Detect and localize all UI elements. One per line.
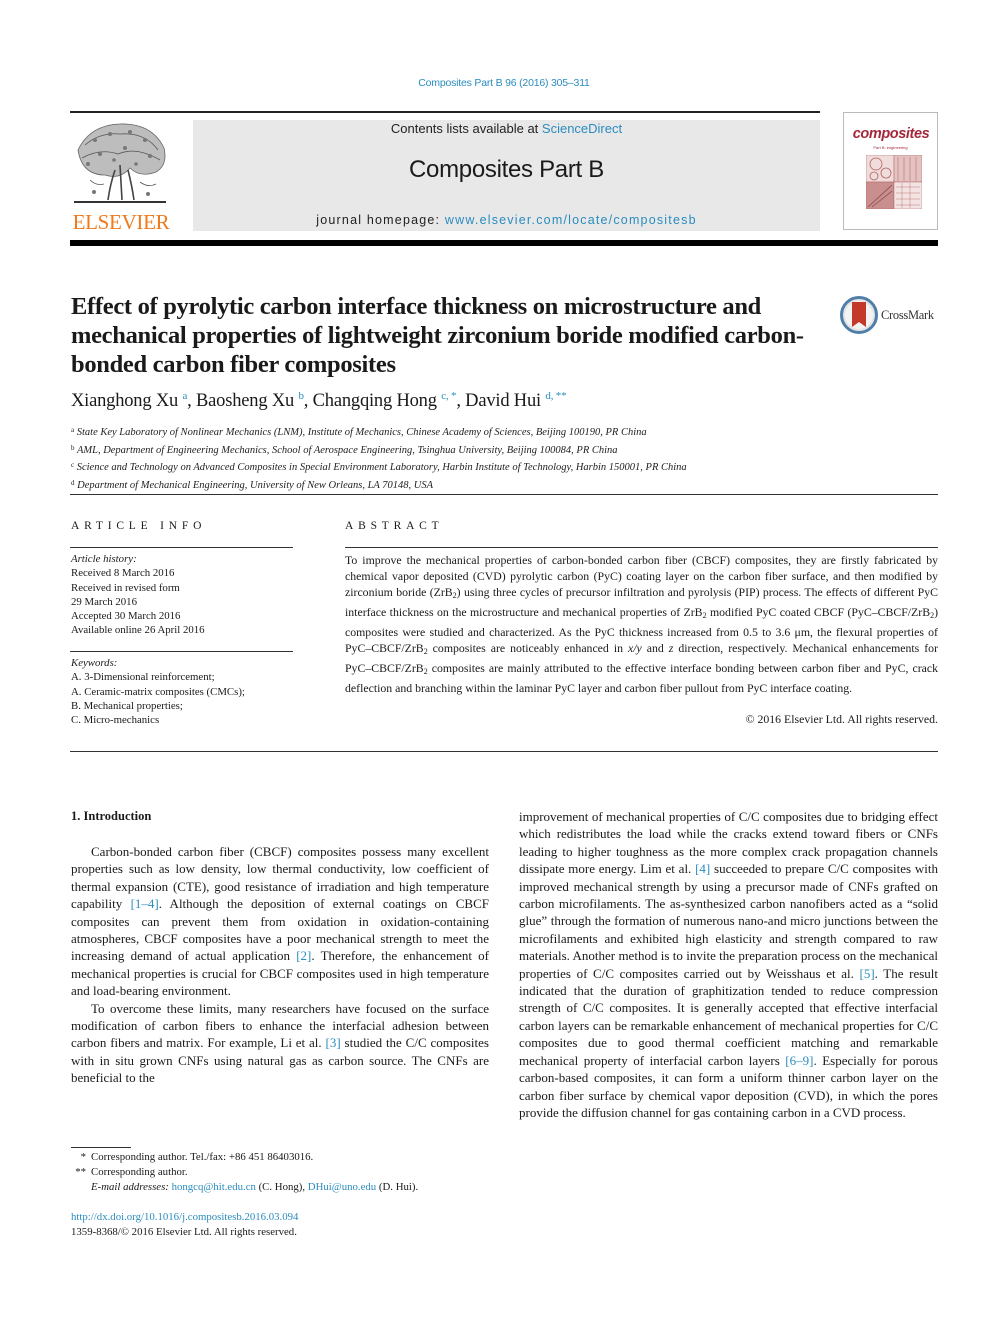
affiliation-mark: a (71, 426, 75, 434)
history-label: Article history: (71, 553, 137, 565)
section-divider (70, 494, 938, 496)
journal-citation[interactable]: Composites Part B 96 (2016) 305–311 (0, 77, 992, 89)
author-affiliation-mark[interactable]: d, ** (545, 390, 566, 402)
footnote-item: * Corresponding author. Tel./fax: +86 451… (71, 1150, 418, 1165)
elsevier-tree-icon (70, 120, 170, 208)
affiliation-mark: d (71, 478, 75, 487)
article-info-heading: ARTICLE INFO (71, 520, 207, 532)
article-info-rule (70, 547, 293, 549)
author-affiliation-mark[interactable]: b (298, 390, 304, 402)
footnote-mark: ** (75, 1166, 86, 1178)
reference-link[interactable]: [6–9] (785, 1053, 813, 1068)
footnote-text: Corresponding author. (91, 1166, 188, 1178)
paragraph: Carbon-bonded carbon fiber (CBCF) compos… (71, 844, 490, 999)
article-history: Article history: Received 8 March 2016 R… (71, 552, 205, 638)
cover-subtitle: Part B: engineering (873, 145, 908, 150)
email-link[interactable]: DHui@uno.edu (308, 1181, 376, 1193)
cover-title: composites (852, 126, 930, 142)
author-list: Xianghong Xu a, Baosheng Xu b, Changqing… (71, 390, 567, 411)
history-item: Available online 26 April 2016 (71, 624, 205, 637)
affiliation-list: a State Key Laboratory of Nonlinear Mech… (71, 423, 687, 493)
doi-link[interactable]: http://dx.doi.org/10.1016/j.compositesb.… (71, 1211, 298, 1223)
keywords-rule (70, 651, 293, 653)
keyword-item: B. Mechanical properties; (71, 699, 183, 712)
contents-prefix: Contents lists available at (390, 121, 542, 136)
keywords-label: Keywords: (71, 657, 118, 669)
crossmark-icon (840, 296, 878, 334)
crossmark-label: CrossMark (881, 308, 934, 322)
affiliation-item: c Science and Technology on Advanced Com… (71, 458, 687, 476)
paragraph: improvement of mechanical properties of … (519, 809, 939, 1120)
keyword-item: A. Ceramic-matrix composites (CMCs); (71, 685, 245, 698)
affiliation-item: a State Key Laboratory of Nonlinear Mech… (71, 423, 687, 441)
reference-link[interactable]: [5] (859, 966, 874, 981)
reference-link[interactable]: [3] (326, 1035, 341, 1050)
footnote-rule (71, 1147, 131, 1148)
journal-homepage-link[interactable]: www.elsevier.com/locate/compositesb (445, 213, 697, 227)
elsevier-logo[interactable]: ELSEVIER (68, 120, 174, 234)
doi-block: http://dx.doi.org/10.1016/j.compositesb.… (71, 1210, 298, 1240)
header-thick-rule (70, 240, 938, 246)
author-name[interactable]: Baosheng Xu (196, 391, 294, 411)
history-item: Accepted 30 March 2016 (71, 610, 181, 623)
paragraph: To overcome these limits, many researche… (71, 1000, 489, 1086)
history-item: Received in revised form (71, 581, 180, 594)
header-top-rule (70, 111, 820, 113)
journal-name: Composites Part B (409, 156, 604, 183)
sciencedirect-link[interactable]: ScienceDirect (542, 121, 622, 136)
body-column-left: Carbon-bonded carbon fiber (CBCF) compos… (71, 843, 489, 1087)
abstract-rule (345, 547, 938, 549)
issn-copyright: 1359-8368/© 2016 Elsevier Ltd. All right… (71, 1226, 297, 1238)
footnote-item: ** Corresponding author. (71, 1165, 418, 1180)
author-name[interactable]: David Hui (465, 391, 541, 411)
body-column-right: improvement of mechanical properties of … (519, 808, 938, 1121)
author-affiliation-mark[interactable]: c, * (441, 390, 456, 402)
keyword-item: A. 3-Dimensional reinforcement; (71, 671, 215, 684)
homepage-line: journal homepage: www.elsevier.com/locat… (193, 213, 820, 227)
journal-banner: Contents lists available at ScienceDirec… (193, 120, 820, 231)
article-title: Effect of pyrolytic carbon interface thi… (71, 293, 804, 378)
contents-line: Contents lists available at ScienceDirec… (193, 121, 820, 136)
affiliation-mark: c (71, 461, 75, 469)
elsevier-wordmark: ELSEVIER (72, 210, 170, 234)
footnote-mark: * (80, 1151, 86, 1163)
reference-link[interactable]: [2] (296, 948, 311, 963)
abstract-text: To improve the mechanical properties of … (345, 553, 938, 695)
crossmark-button[interactable]: CrossMark (840, 296, 940, 334)
citation-link[interactable]: Composites Part B 96 (2016) 305–311 (418, 77, 590, 89)
affiliation-text: State Key Laboratory of Nonlinear Mechan… (76, 427, 647, 438)
affiliation-mark: b (71, 443, 75, 452)
keywords: Keywords: A. 3-Dimensional reinforcement… (71, 656, 245, 727)
affiliation-item: b AML, Department of Engineering Mechani… (71, 441, 687, 459)
author-affiliation-mark[interactable]: a (182, 390, 187, 402)
keyword-item: C. Micro-mechanics (71, 714, 160, 727)
journal-cover-thumbnail[interactable]: composites Part B: engineering (843, 112, 938, 230)
email-label: E-mail addresses: (91, 1181, 169, 1193)
reference-link[interactable]: [4] (695, 861, 710, 876)
email-addresses: E-mail addresses: hongcq@hit.edu.cn (C. … (91, 1181, 419, 1193)
affiliation-text: Department of Mechanical Engineering, Un… (77, 479, 434, 491)
homepage-prefix: journal homepage: (316, 213, 445, 227)
affiliation-text: AML, Department of Engineering Mechanics… (76, 444, 618, 456)
abstract-bottom-rule (70, 751, 938, 753)
email-link[interactable]: hongcq@hit.edu.cn (172, 1181, 256, 1193)
abstract-copyright: © 2016 Elsevier Ltd. All rights reserved… (745, 712, 938, 726)
footnote-text: Corresponding author. Tel./fax: +86 451 … (91, 1151, 314, 1163)
introduction-heading: 1. Introduction (71, 809, 152, 823)
author-name[interactable]: Xianghong Xu (71, 391, 178, 411)
cover-artwork-icon (866, 155, 922, 209)
affiliation-item: d Department of Mechanical Engineering, … (71, 476, 687, 494)
abstract-heading: ABSTRACT (345, 520, 444, 532)
history-item: 29 March 2016 (71, 595, 137, 608)
reference-link[interactable]: [1–4] (131, 896, 159, 911)
history-item: Received 8 March 2016 (71, 567, 175, 580)
footnotes: * Corresponding author. Tel./fax: +86 451… (71, 1150, 418, 1195)
author-name[interactable]: Changqing Hong (313, 391, 437, 411)
affiliation-text: Science and Technology on Advanced Compo… (76, 462, 687, 473)
